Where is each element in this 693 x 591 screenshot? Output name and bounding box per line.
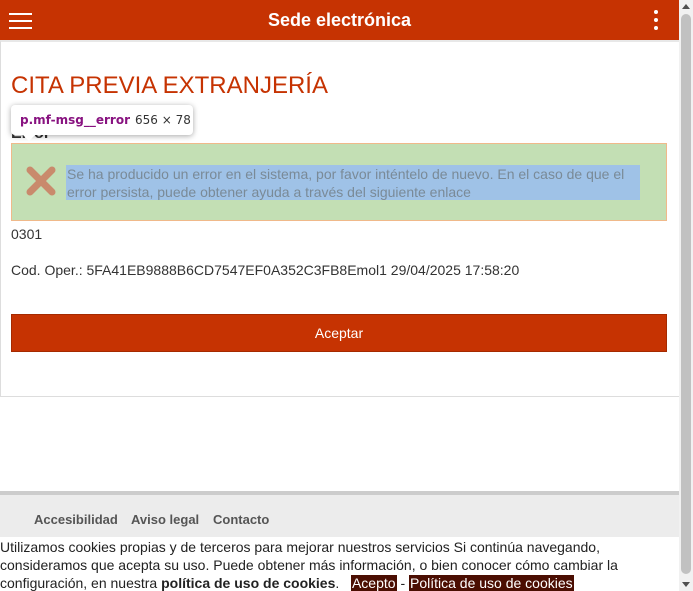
error-x-icon — [26, 166, 56, 196]
error-code: 0301 — [11, 226, 43, 242]
vertical-scrollbar[interactable] — [679, 0, 693, 591]
accept-button[interactable]: Aceptar — [11, 314, 667, 352]
app-title: Sede electrónica — [267, 10, 412, 30]
cookie-accept-button[interactable]: Acepto — [350, 575, 397, 591]
cookie-text-end: . — [335, 575, 340, 591]
scroll-down-arrow-icon[interactable] — [682, 582, 690, 587]
operation-code: Cod. Oper.: 5FA41EB9888B6CD7547EF0A352C3… — [11, 262, 520, 278]
top-bar: Sede electrónica — [0, 0, 679, 40]
footer-link-contacto[interactable]: Contacto — [213, 512, 269, 527]
tooltip-size: 656 × 78 — [135, 113, 191, 127]
error-message-box: Se ha producido un error en el sistema, … — [11, 143, 667, 221]
tooltip-selector: p.mf-msg__error — [20, 113, 131, 127]
cookie-policy-link[interactable]: Política de uso de cookies — [409, 575, 574, 591]
footer: Accesibilidad Aviso legal Contacto — [0, 495, 679, 537]
footer-link-accesibilidad[interactable]: Accesibilidad — [34, 512, 118, 527]
cookie-policy-bold: política de uso de cookies — [161, 575, 336, 591]
more-vertical-icon[interactable] — [651, 10, 663, 32]
footer-link-aviso-legal[interactable]: Aviso legal — [131, 512, 199, 527]
scrollbar-thumb[interactable] — [681, 14, 691, 574]
cookie-banner: Utilizamos cookies propias y de terceros… — [0, 537, 679, 591]
devtools-inspect-tooltip: p.mf-msg__error 656 × 78 — [11, 105, 193, 141]
cookie-separator: - — [400, 575, 406, 591]
page-title: CITA PREVIA EXTRANJERÍA — [11, 72, 328, 99]
scroll-up-arrow-icon[interactable] — [682, 4, 690, 9]
error-message-text: Se ha producido un error en el sistema, … — [67, 166, 625, 200]
